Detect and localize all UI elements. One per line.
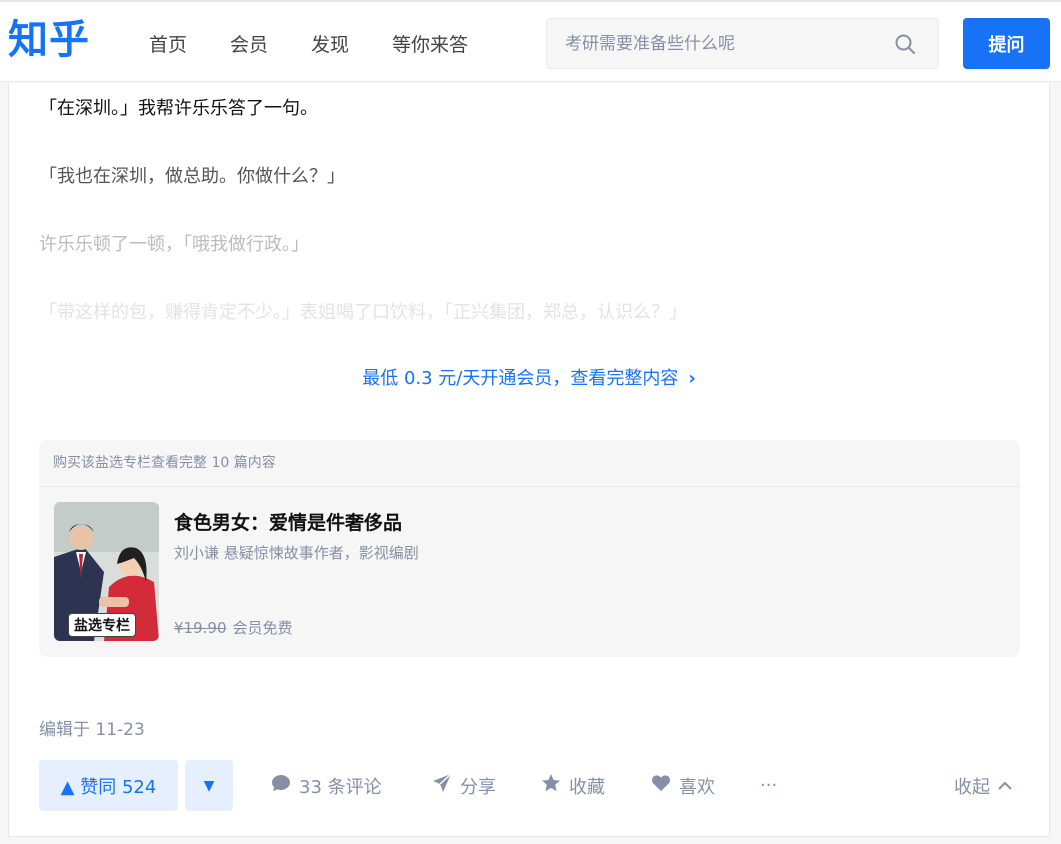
favorite-button[interactable]: 收藏: [541, 760, 605, 811]
comment-bubble-icon: [271, 774, 291, 797]
answer-paragraph: 许乐乐顿了一顿，「哦我做行政。」: [39, 234, 309, 255]
nav-waiting-answers[interactable]: 等你来答: [392, 30, 468, 57]
collapse-button[interactable]: 收起: [954, 760, 1012, 811]
ask-question-button[interactable]: 提问: [963, 18, 1050, 69]
favorite-label: 收藏: [569, 776, 605, 798]
answer-paragraph: 「在深圳。」我帮许乐乐答了一句。: [39, 98, 318, 119]
action-bar: ▲ 赞同 524 ▼ 33 条评论 分享 收藏 喜欢 ··· 收起: [39, 760, 1020, 811]
downvote-button[interactable]: ▼: [185, 760, 233, 811]
comments-button[interactable]: 33 条评论: [271, 760, 382, 811]
top-header: 知乎 首页 会员 发现 等你来答 提问: [0, 0, 1061, 82]
star-icon: [541, 773, 561, 798]
original-price: ¥19.90: [174, 619, 227, 637]
nav-membership[interactable]: 会员: [230, 30, 268, 57]
paper-plane-icon: [432, 773, 452, 798]
search-box: [546, 18, 939, 69]
search-input[interactable]: [565, 19, 885, 68]
search-icon[interactable]: [894, 33, 916, 55]
unlock-text: 最低 0.3 元/天开通会员，查看完整内容: [362, 368, 679, 389]
column-badge: 盐选专栏: [68, 613, 136, 637]
answer-paragraph-faded: 「带这样的包，赚得肯定不少。」表姐喝了口饮料，「正兴集团，郑总，认识么？」: [39, 302, 687, 323]
column-purchase-hint: 购买该盐选专栏查看完整 10 篇内容: [39, 440, 1020, 487]
like-label: 喜欢: [679, 776, 715, 798]
edited-date: 编辑于 11-23: [39, 720, 145, 740]
more-options-button[interactable]: ···: [760, 760, 777, 811]
like-button[interactable]: 喜欢: [651, 760, 715, 811]
nav-home[interactable]: 首页: [149, 30, 187, 57]
collapse-label: 收起: [954, 776, 990, 798]
answer-paragraph: 「我也在深圳，做总助。你做什么？」: [39, 166, 345, 187]
share-label: 分享: [460, 776, 496, 798]
column-title[interactable]: 食色男女：爱情是件奢侈品: [174, 508, 402, 535]
upvote-button[interactable]: ▲ 赞同 524: [39, 760, 178, 811]
salt-column-card[interactable]: 购买该盐选专栏查看完整 10 篇内容 盐选专栏 食色男女：爱情是件奢侈品 刘小谦…: [39, 440, 1020, 657]
answer-card: 「在深圳。」我帮许乐乐答了一句。 「我也在深圳，做总助。你做什么？」 许乐乐顿了…: [8, 83, 1050, 837]
column-price: ¥19.90 会员免费: [174, 617, 293, 638]
chevron-right-icon: ›: [688, 368, 696, 389]
column-author: 刘小谦 悬疑惊悚故事作者，影视编剧: [174, 544, 419, 562]
share-button[interactable]: 分享: [432, 760, 496, 811]
zhihu-logo[interactable]: 知乎: [8, 14, 90, 66]
chevron-up-icon: [998, 775, 1012, 796]
comments-label: 33 条评论: [299, 776, 382, 798]
unlock-membership-link[interactable]: 最低 0.3 元/天开通会员，查看完整内容 ›: [9, 364, 1049, 390]
heart-icon: [651, 774, 671, 797]
main-nav: 首页 会员 发现 等你来答: [149, 2, 511, 84]
column-cover-image[interactable]: 盐选专栏: [54, 502, 159, 641]
member-price: 会员免费: [232, 619, 293, 637]
nav-discover[interactable]: 发现: [311, 30, 349, 57]
